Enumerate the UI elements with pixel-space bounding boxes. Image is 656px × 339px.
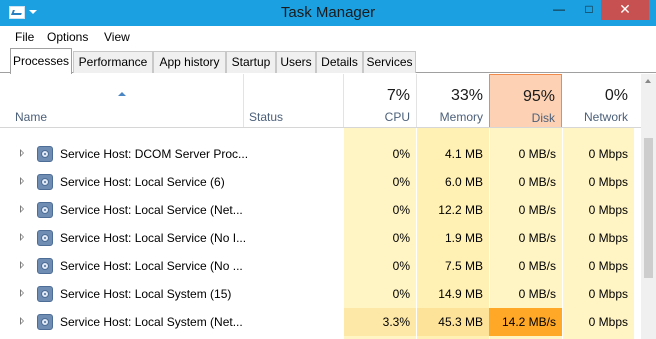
memory-label: Memory [439, 110, 483, 124]
scrollbar-thumb[interactable] [644, 138, 653, 278]
process-list: Service Host: DCOM Server Proc... 0% 4.1 M… [0, 128, 656, 339]
column-memory[interactable]: 33% Memory [417, 74, 489, 127]
tab-users[interactable]: Users [276, 51, 316, 73]
service-gear-icon [37, 230, 53, 246]
expand-arrow-icon[interactable] [20, 177, 24, 185]
vertical-scrollbar[interactable] [641, 74, 656, 339]
column-cpu[interactable]: 7% CPU [344, 74, 416, 127]
column-disk[interactable]: 95% Disk [489, 74, 562, 127]
process-name: Service Host: Local Service (No ... [60, 259, 243, 273]
service-gear-icon [37, 146, 53, 162]
tab-details[interactable]: Details [316, 51, 363, 73]
process-cpu-value: 0% [392, 259, 410, 273]
process-network-value: 0 Mbps [588, 315, 628, 329]
expand-arrow-icon[interactable] [20, 289, 24, 297]
process-disk-value: 14.2 MB/s [501, 315, 556, 329]
column-header: Name Status 7% CPU 33% Memory 95% Disk 0… [0, 74, 656, 128]
process-cpu-value: 3.3% [382, 315, 410, 329]
process-name: Service Host: Local System (15) [60, 287, 232, 301]
process-memory-value: 7.5 MB [444, 259, 483, 273]
service-gear-icon [37, 314, 53, 330]
process-cpu-value: 0% [392, 203, 410, 217]
service-gear-icon [37, 174, 53, 190]
process-name: Service Host: Local System (Net... [60, 315, 243, 329]
process-disk-value: 0 MB/s [518, 231, 556, 245]
disk-label: Disk [531, 111, 555, 125]
expand-arrow-icon[interactable] [20, 233, 24, 241]
process-memory-value: 1.9 MB [444, 231, 483, 245]
column-network[interactable]: 0% Network [562, 74, 634, 127]
process-disk-value: 0 MB/s [518, 203, 556, 217]
process-disk-value: 0 MB/s [518, 175, 556, 189]
process-network-value: 0 Mbps [588, 147, 628, 161]
service-gear-icon [37, 286, 53, 302]
tab-processes[interactable]: Processes [10, 48, 72, 74]
process-disk-value: 0 MB/s [518, 259, 556, 273]
table-row[interactable]: Service Host: Local Service (No ... 0% 7.5… [0, 252, 640, 280]
process-cpu-value: 0% [392, 231, 410, 245]
process-memory-value: 12.2 MB [438, 203, 483, 217]
process-memory-value: 14.9 MB [438, 287, 483, 301]
process-name: Service Host: Local Service (Net... [60, 203, 243, 217]
menu-view[interactable]: View [104, 30, 130, 44]
process-disk-value: 0 MB/s [518, 147, 556, 161]
process-network-value: 0 Mbps [588, 231, 628, 245]
tab-strip: Processes Performance App history Startu… [0, 47, 656, 74]
process-network-value: 0 Mbps [588, 259, 628, 273]
tab-app-history[interactable]: App history [153, 51, 226, 73]
expand-arrow-icon[interactable] [20, 317, 24, 325]
network-label: Network [583, 110, 628, 124]
network-total-percent: 0% [604, 87, 628, 104]
scroll-up-icon[interactable] [645, 79, 651, 83]
tab-services[interactable]: Services [363, 51, 416, 73]
menu-options[interactable]: Options [47, 30, 88, 44]
process-name: Service Host: Local Service (No I... [60, 231, 247, 245]
menu-file[interactable]: File [15, 30, 34, 44]
menu-bar: File Options View [0, 26, 656, 47]
expand-arrow-icon[interactable] [20, 261, 24, 269]
expand-arrow-icon[interactable] [20, 149, 24, 157]
process-cpu-value: 0% [392, 287, 410, 301]
disk-total-percent: 95% [522, 88, 555, 105]
memory-total-percent: 33% [450, 87, 483, 104]
table-row[interactable]: Service Host: Local System (15) 0% 14.9 MB… [0, 280, 640, 308]
process-cpu-value: 0% [392, 175, 410, 189]
sort-ascending-icon[interactable] [118, 92, 126, 96]
cpu-total-percent: 7% [386, 87, 410, 104]
process-memory-value: 45.3 MB [438, 315, 483, 329]
close-button[interactable]: ✕ [601, 0, 649, 20]
maximize-button[interactable]: □ [575, 0, 603, 20]
column-name[interactable]: Name [15, 110, 47, 124]
table-row[interactable]: Service Host: Local Service (No I... 0% 1.… [0, 224, 640, 252]
column-status[interactable]: Status [249, 110, 283, 124]
title-bar[interactable]: Task Manager — □ ✕ [0, 0, 656, 26]
table-row[interactable]: Service Host: Local System (Net... 3.3% 45… [0, 308, 640, 336]
service-gear-icon [37, 202, 53, 218]
table-row[interactable]: Service Host: DCOM Server Proc... 0% 4.1 M… [0, 140, 640, 168]
process-memory-value: 4.1 MB [444, 147, 483, 161]
cpu-label: CPU [384, 110, 410, 124]
process-disk-value: 0 MB/s [518, 287, 556, 301]
process-name: Service Host: Local Service (6) [60, 175, 225, 189]
process-cpu-value: 0% [392, 147, 410, 161]
tab-startup[interactable]: Startup [226, 51, 276, 73]
partial-row-scrolled [38, 128, 188, 132]
process-network-value: 0 Mbps [588, 203, 628, 217]
process-name: Service Host: DCOM Server Proc... [60, 147, 249, 161]
process-network-value: 0 Mbps [588, 287, 628, 301]
table-row[interactable]: Service Host: Local Service (6) 0% 6.0 MB 0… [0, 168, 640, 196]
table-row[interactable]: Service Host: Local Service (Net... 0% 12.… [0, 196, 640, 224]
tab-performance[interactable]: Performance [73, 51, 153, 73]
minimize-button[interactable]: — [545, 0, 573, 20]
process-memory-value: 6.0 MB [444, 175, 483, 189]
expand-arrow-icon[interactable] [20, 205, 24, 213]
process-network-value: 0 Mbps [588, 175, 628, 189]
service-gear-icon [37, 258, 53, 274]
